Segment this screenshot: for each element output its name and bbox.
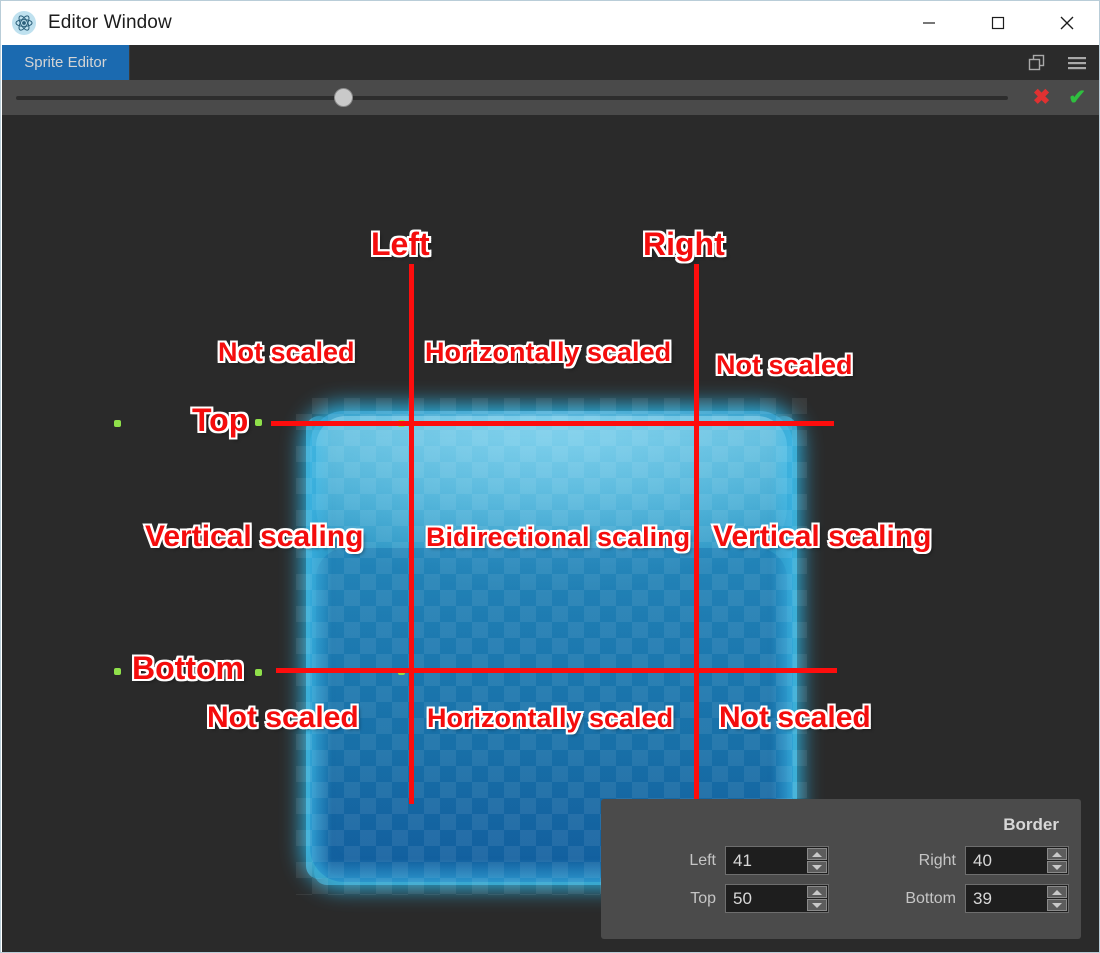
label-region-top-left: Not scaled [216,335,357,369]
border-bottom-label: Bottom [905,889,956,907]
border-left-increment-button[interactable] [807,848,827,860]
editor-window: Editor Window Sprite Editor ✖ ✔ Left Rig… [0,0,1100,953]
label-right: Right [641,224,727,264]
chevron-up-icon [812,851,822,857]
tab-sprite-editor[interactable]: Sprite Editor [2,45,130,80]
border-right-decrement-button[interactable] [1047,861,1067,873]
border-top-decrement-button[interactable] [807,899,827,911]
border-handle-dot[interactable] [255,669,262,676]
top-border-guide[interactable] [271,421,834,426]
sprite-left-edge [306,416,332,879]
chevron-down-icon [812,902,822,908]
border-right-input[interactable] [966,849,1047,872]
border-top-stepper-buttons [807,886,827,911]
tab-strip: Sprite Editor [2,45,1099,80]
tab-strip-actions [1026,45,1099,80]
chevron-up-icon [812,889,822,895]
border-top-label: Top [690,889,716,907]
border-field-right: Right [841,846,1081,875]
border-left-stepper-buttons [807,848,827,873]
editor-toolbar: ✖ ✔ [2,80,1099,115]
border-bottom-stepper-buttons [1047,886,1067,911]
window-controls [894,1,1099,45]
zoom-slider-thumb[interactable] [334,88,353,107]
chevron-down-icon [1052,902,1062,908]
left-border-guide[interactable] [409,264,414,804]
maximize-button[interactable] [963,1,1032,45]
border-panel: Border Left Right [601,799,1081,939]
border-field-left: Left [601,846,841,875]
revert-button[interactable]: ✖ [1033,87,1051,108]
border-left-decrement-button[interactable] [807,861,827,873]
label-region-bottom-center: Horizontally scaled [425,701,675,735]
label-region-middle-left: Vertical scaling [143,518,365,555]
label-bottom: Bottom [130,648,246,688]
label-region-top-center: Horizontally scaled [423,335,673,369]
border-right-stepper-buttons [1047,848,1067,873]
border-bottom-input[interactable] [966,887,1047,910]
border-left-stepper[interactable] [725,846,829,875]
copy-window-icon[interactable] [1026,52,1048,74]
window-title: Editor Window [48,12,172,33]
border-bottom-increment-button[interactable] [1047,886,1067,898]
border-panel-title: Border [1003,815,1059,834]
title-bar: Editor Window [1,1,1099,45]
border-right-label: Right [918,851,956,869]
border-handle-dot[interactable] [255,419,262,426]
bottom-border-guide[interactable] [276,668,837,673]
border-top-stepper[interactable] [725,884,829,913]
label-left: Left [369,224,432,264]
border-panel-fields: Left Right [601,846,1081,913]
border-field-top: Top [601,884,841,913]
border-bottom-stepper[interactable] [965,884,1069,913]
label-region-bottom-left: Not scaled [205,699,361,736]
zoom-slider-track[interactable] [16,95,1008,100]
tab-strip-filler [130,45,1026,80]
border-left-label: Left [689,851,716,869]
chevron-down-icon [1052,864,1062,870]
border-top-increment-button[interactable] [807,886,827,898]
label-region-middle-center: Bidirectional scaling [424,520,692,554]
close-button[interactable] [1032,1,1099,45]
toolbar-actions: ✖ ✔ [1033,87,1099,108]
minimize-button[interactable] [894,1,963,45]
hamburger-menu-icon[interactable] [1066,52,1088,74]
border-top-input[interactable] [726,887,807,910]
border-right-increment-button[interactable] [1047,848,1067,860]
border-handle-dot[interactable] [114,420,121,427]
atom-icon [12,11,36,35]
label-top: Top [190,400,250,440]
border-bottom-decrement-button[interactable] [1047,899,1067,911]
label-region-top-right: Not scaled [714,348,855,382]
label-region-bottom-right: Not scaled [717,699,873,736]
right-border-guide[interactable] [694,264,699,804]
chevron-up-icon [1052,851,1062,857]
border-handle-dot[interactable] [114,668,121,675]
border-right-stepper[interactable] [965,846,1069,875]
border-left-input[interactable] [726,849,807,872]
border-field-bottom: Bottom [841,884,1081,913]
chevron-up-icon [1052,889,1062,895]
label-region-middle-right: Vertical scaling [711,518,933,555]
zoom-slider[interactable] [16,88,1008,107]
chevron-down-icon [812,864,822,870]
apply-button[interactable]: ✔ [1068,87,1086,108]
